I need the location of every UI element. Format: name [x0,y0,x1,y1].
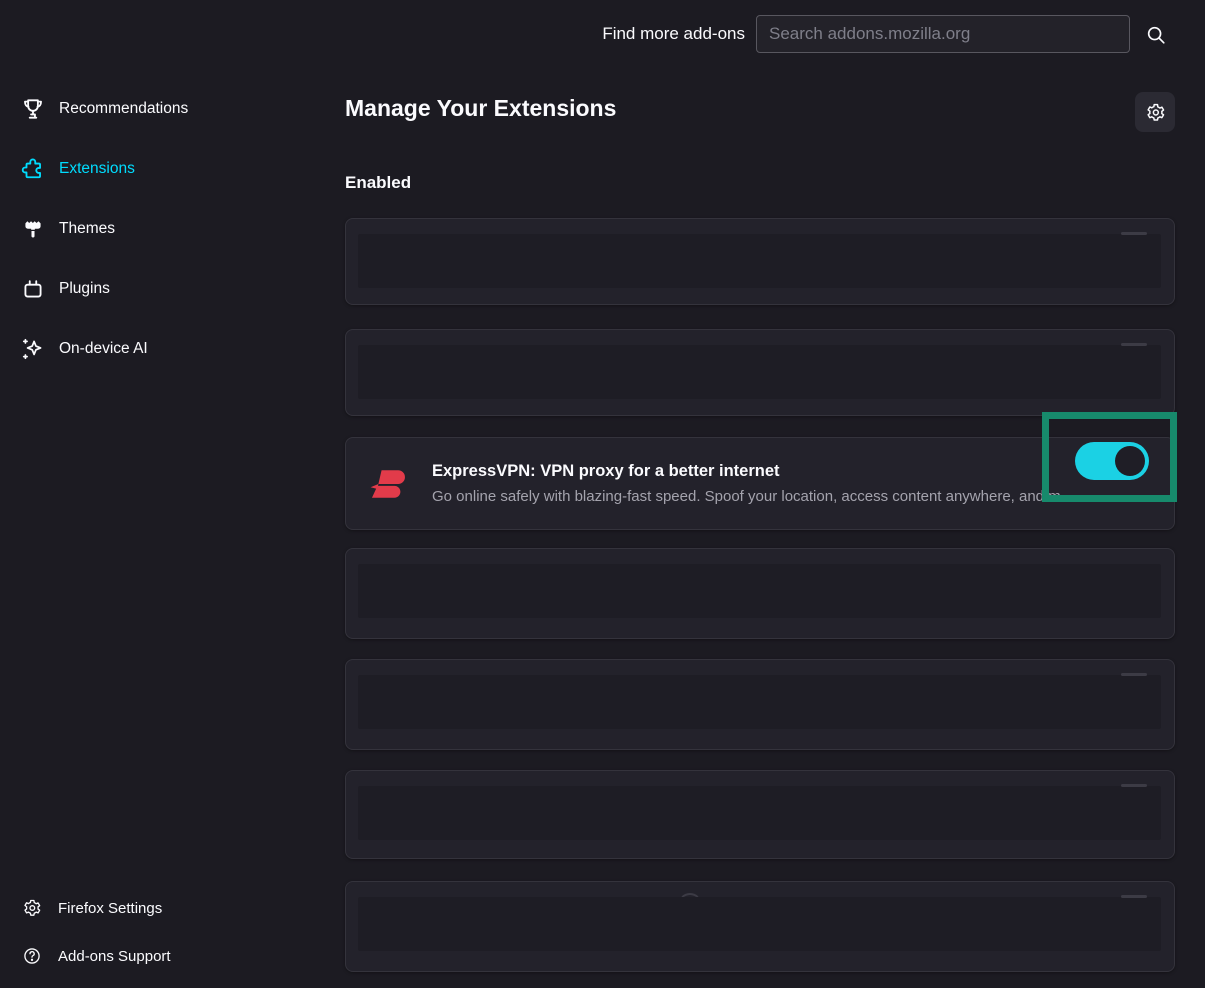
category-sidebar: Recommendations Extensions Themes Plugin… [0,85,335,385]
sidebar-item-on-device-ai[interactable]: On-device AI [0,325,335,373]
extension-text-block: ExpressVPN: VPN proxy for a better inter… [432,462,1076,505]
search-icon [1145,24,1167,46]
redaction-block [358,345,1161,399]
sidebar-item-firefox-settings[interactable]: Firefox Settings [0,886,335,930]
extension-card-expressvpn[interactable]: ExpressVPN: VPN proxy for a better inter… [345,437,1175,530]
extension-name: ExpressVPN: VPN proxy for a better inter… [432,462,1076,481]
toggle-remnant [1121,784,1147,787]
sidebar-item-label: Extensions [59,160,135,178]
sidebar-footer-label: Firefox Settings [58,900,162,917]
redaction-block [358,675,1161,729]
redaction-block [358,786,1161,840]
sparkles-icon [20,336,46,362]
paintbrush-icon [20,216,46,242]
extension-card-redacted[interactable] [345,329,1175,416]
toggle-remnant [1121,895,1147,898]
sidebar-item-label: Plugins [59,280,110,298]
sidebar-item-addons-support[interactable]: Add-ons Support [0,934,335,978]
search-button[interactable] [1142,21,1170,49]
redaction-block [358,234,1161,288]
extension-card-redacted[interactable] [345,770,1175,859]
gear-icon [22,898,42,918]
sidebar-item-label: On-device AI [59,340,148,358]
help-icon [22,946,42,966]
extension-card-redacted[interactable] [345,218,1175,305]
puzzle-icon [20,156,46,182]
find-more-addons-label: Find more add-ons [602,24,745,44]
toggle-remnant [1121,232,1147,235]
plug-icon [20,276,46,302]
extension-card-redacted[interactable] [345,548,1175,639]
trophy-icon [20,96,46,122]
extension-description: Go online safely with blazing-fast speed… [432,488,1076,505]
sidebar-footer-label: Add-ons Support [58,948,171,965]
tools-for-all-addons-button[interactable] [1135,92,1175,132]
redaction-block [358,564,1161,618]
sidebar-item-extensions[interactable]: Extensions [0,145,335,193]
search-input[interactable] [756,15,1130,53]
expressvpn-logo-icon [366,462,410,506]
enabled-section-heading: Enabled [345,173,411,193]
sidebar-item-label: Recommendations [59,100,188,118]
page-title: Manage Your Extensions [345,95,616,122]
sidebar-item-recommendations[interactable]: Recommendations [0,85,335,133]
gear-icon [1145,102,1166,123]
extension-card-redacted[interactable] [345,659,1175,750]
sidebar-item-label: Themes [59,220,115,238]
extension-enable-toggle[interactable] [1075,442,1149,480]
toggle-knob [1115,446,1145,476]
toggle-remnant [1121,343,1147,346]
sidebar-item-plugins[interactable]: Plugins [0,265,335,313]
toggle-remnant [1121,673,1147,676]
redaction-block [358,897,1161,951]
sidebar-item-themes[interactable]: Themes [0,205,335,253]
extension-card-redacted[interactable] [345,881,1175,972]
